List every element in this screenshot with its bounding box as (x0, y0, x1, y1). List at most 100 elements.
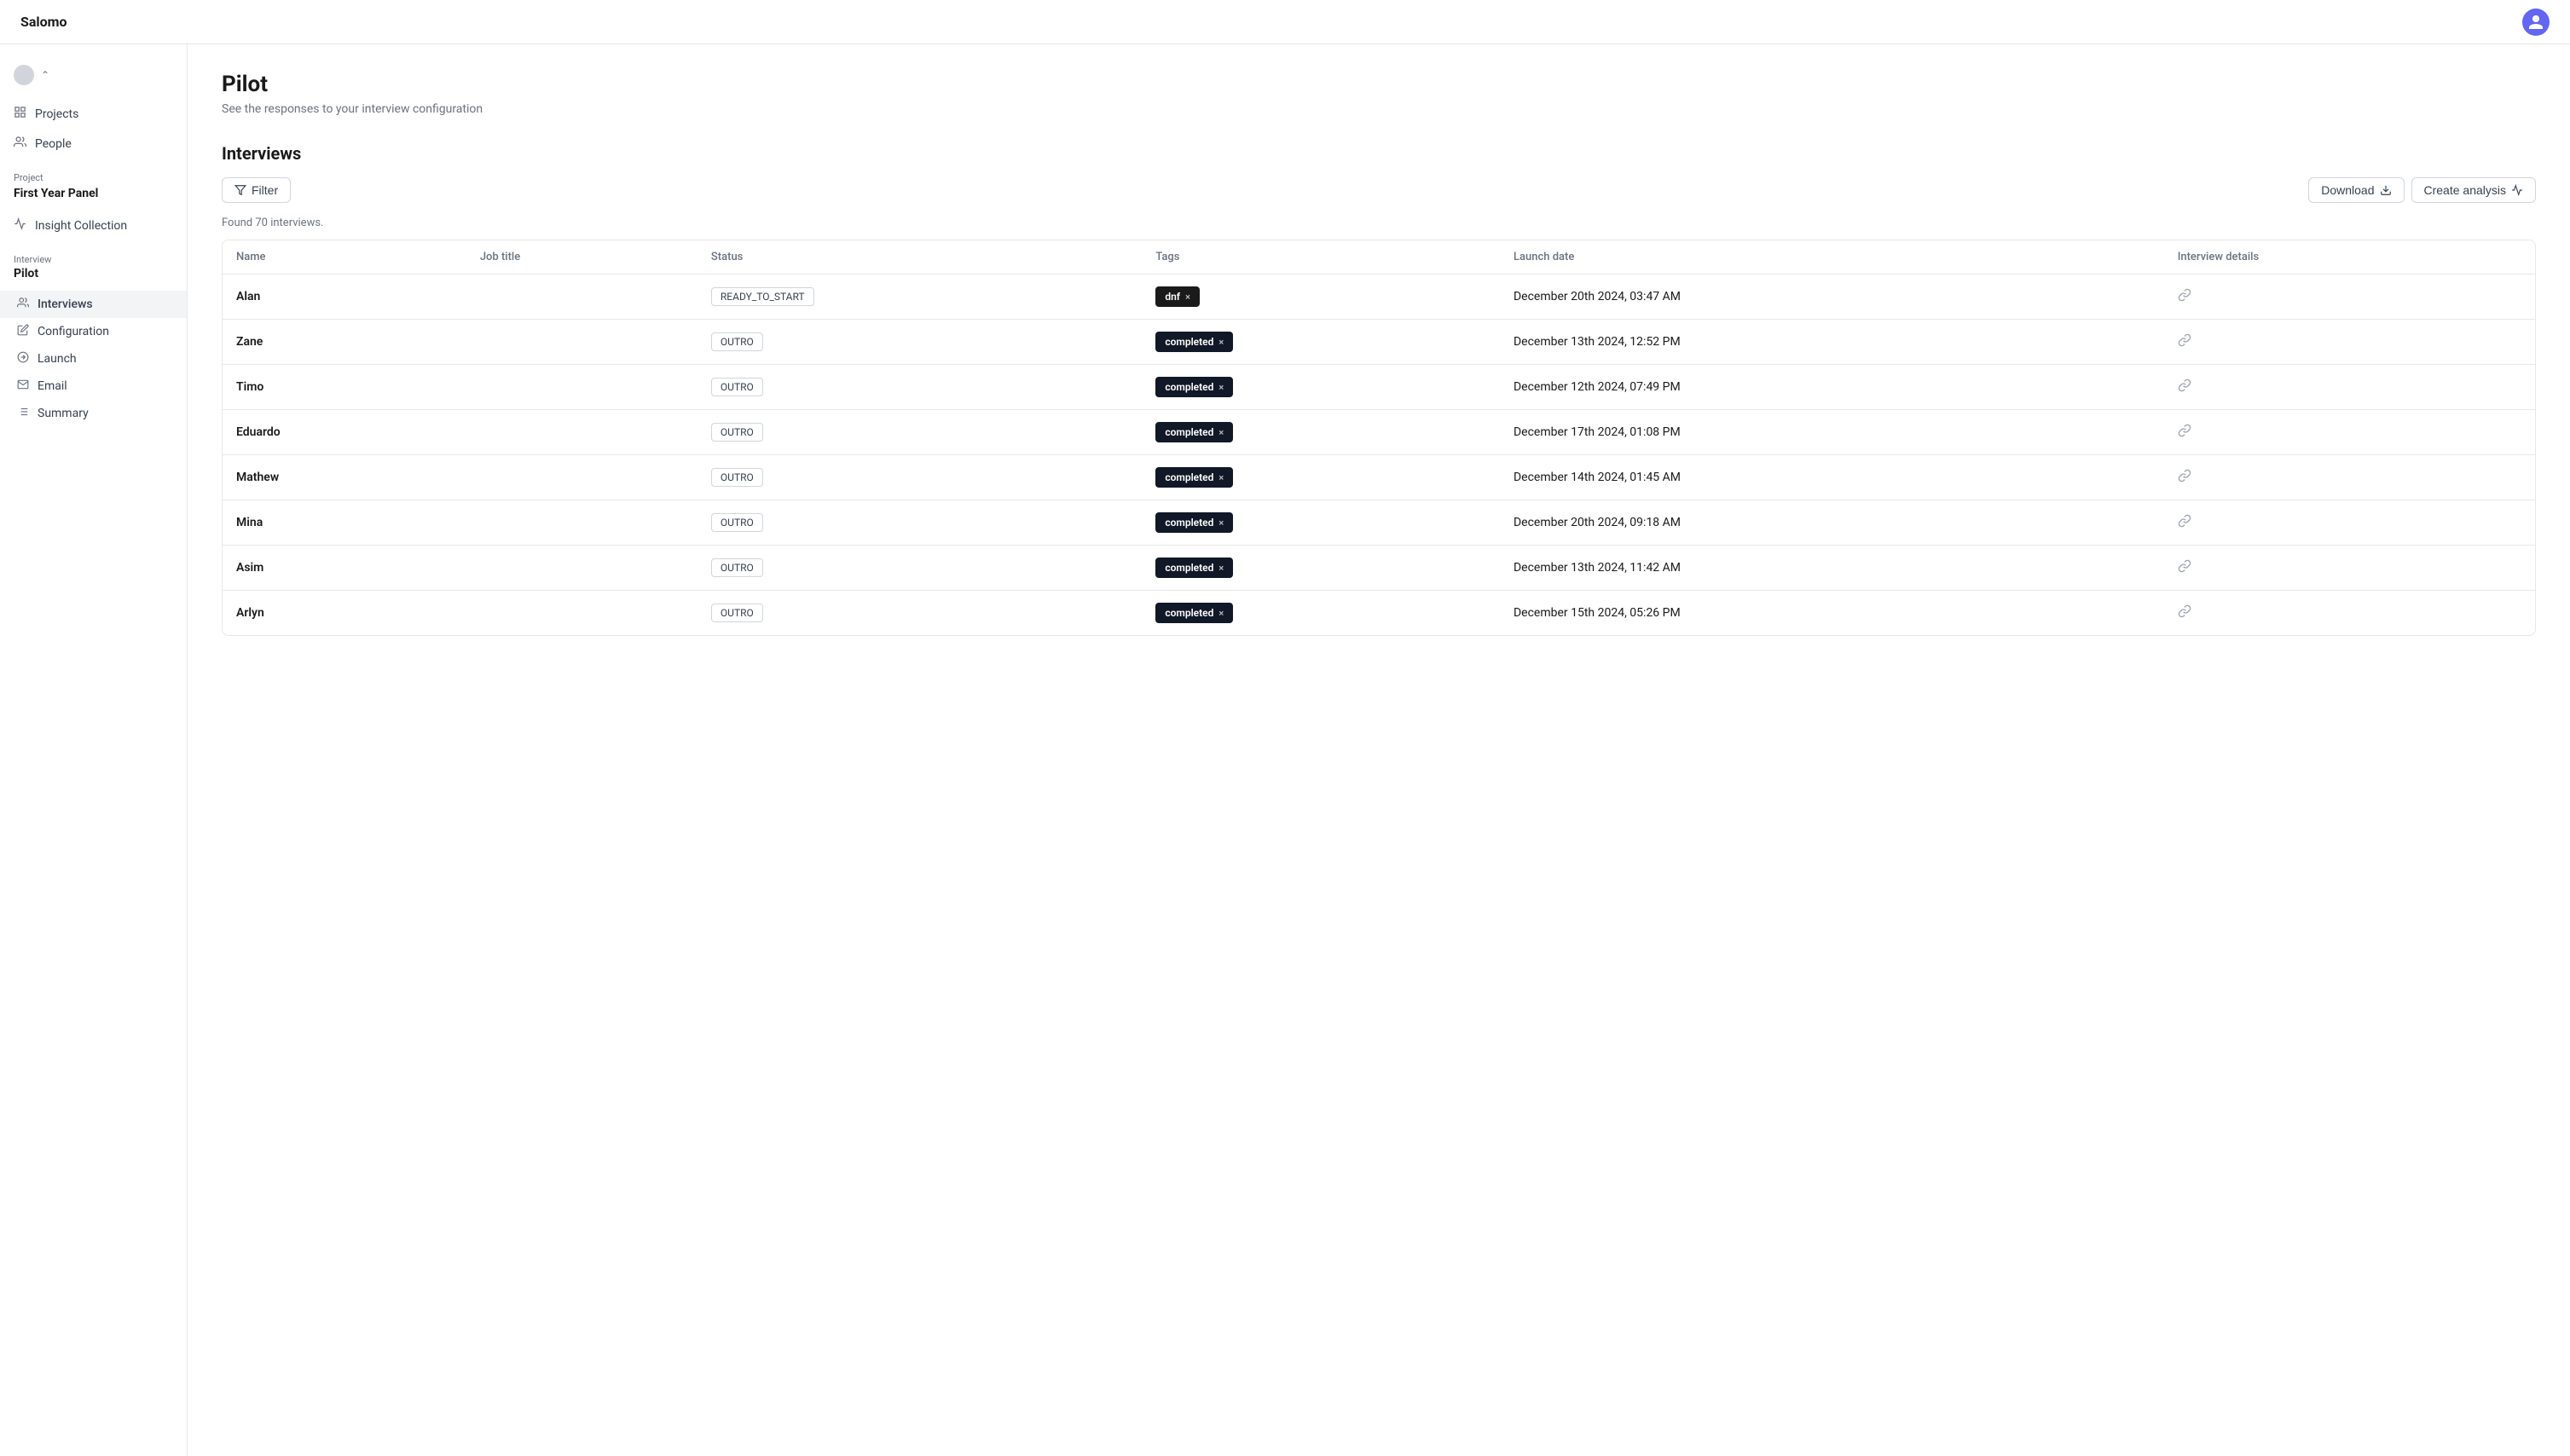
link-icon[interactable] (2178, 425, 2191, 441)
tag-remove-icon[interactable]: × (1218, 563, 1224, 574)
filter-icon (234, 184, 246, 196)
tag-remove-icon[interactable]: × (1218, 337, 1224, 348)
tag-remove-icon[interactable]: × (1218, 427, 1224, 438)
status-badge: READY_TO_START (711, 287, 814, 306)
status-badge: OUTRO (711, 513, 763, 532)
projects-label: Projects (35, 107, 78, 121)
people-label: People (35, 137, 72, 151)
cell-name: Zane (223, 320, 466, 365)
link-icon[interactable] (2178, 334, 2191, 350)
table-body: Alan READY_TO_START dnf × December 20th … (223, 274, 2535, 636)
action-buttons: Download Create analysis (2308, 177, 2536, 203)
sidebar-item-people[interactable]: People (0, 129, 187, 159)
tag-remove-icon[interactable]: × (1218, 382, 1224, 393)
cell-status: OUTRO (697, 320, 1142, 365)
email-nav-label: Email (38, 379, 67, 393)
col-interview-details: Interview details (2164, 240, 2535, 274)
interviews-nav-icon (17, 297, 29, 312)
cell-status: OUTRO (697, 410, 1142, 455)
link-icon[interactable] (2178, 560, 2191, 576)
cell-name: Asim (223, 546, 466, 591)
link-icon[interactable] (2178, 605, 2191, 621)
cell-tags: completed × (1142, 410, 1500, 455)
col-tags: Tags (1142, 240, 1500, 274)
sidebar-chevron-icon[interactable]: ⌃ (41, 69, 49, 81)
cell-tags: completed × (1142, 500, 1500, 546)
cell-status: READY_TO_START (697, 274, 1142, 320)
filter-label: Filter (252, 183, 278, 197)
cell-launch-date: December 13th 2024, 11:42 AM (1500, 546, 2164, 591)
tag-remove-icon[interactable]: × (1218, 472, 1224, 483)
cell-tags: completed × (1142, 546, 1500, 591)
cell-tags: completed × (1142, 320, 1500, 365)
tag-badge: completed × (1155, 377, 1233, 397)
interview-name: Pilot (0, 267, 187, 291)
tag-badge: completed × (1155, 558, 1233, 578)
cell-interview-details (2164, 274, 2535, 320)
status-badge: OUTRO (711, 378, 763, 396)
cell-name: Eduardo (223, 410, 466, 455)
interviews-heading: Interviews (222, 143, 2536, 164)
cell-interview-details (2164, 410, 2535, 455)
download-button[interactable]: Download (2308, 177, 2404, 203)
summary-nav-icon (17, 406, 29, 421)
page-subtitle: See the responses to your interview conf… (222, 102, 2536, 116)
cell-interview-details (2164, 455, 2535, 500)
status-badge: OUTRO (711, 468, 763, 487)
table-row: Timo OUTRO completed × December 12th 202… (223, 365, 2535, 410)
cell-name: Timo (223, 365, 466, 410)
cell-job-title (466, 546, 697, 591)
link-icon[interactable] (2178, 470, 2191, 486)
create-analysis-label: Create analysis (2424, 183, 2507, 197)
link-icon[interactable] (2178, 289, 2191, 305)
cell-interview-details (2164, 365, 2535, 410)
col-name: Name (223, 240, 466, 274)
subnav-configuration[interactable]: Configuration (0, 318, 187, 345)
user-avatar[interactable] (2522, 9, 2550, 36)
subnav-launch[interactable]: Launch (0, 345, 187, 373)
filter-button[interactable]: Filter (222, 177, 291, 203)
tag-badge: completed × (1155, 332, 1233, 352)
sidebar-avatar (14, 65, 34, 85)
status-badge: OUTRO (711, 423, 763, 442)
col-job-title: Job title (466, 240, 697, 274)
interview-section-label: Interview (0, 240, 187, 267)
cell-tags: dnf × (1142, 274, 1500, 320)
cell-interview-details (2164, 320, 2535, 365)
link-icon[interactable] (2178, 379, 2191, 396)
cell-job-title (466, 320, 697, 365)
insight-icon (14, 217, 26, 234)
cell-launch-date: December 12th 2024, 07:49 PM (1500, 365, 2164, 410)
cell-job-title (466, 365, 697, 410)
tag-remove-icon[interactable]: × (1218, 608, 1224, 619)
table-row: Eduardo OUTRO completed × December 17th … (223, 410, 2535, 455)
sidebar: ⌃ Projects People Project First Year Pan… (0, 44, 188, 1456)
configuration-nav-icon (17, 324, 29, 339)
cell-interview-details (2164, 500, 2535, 546)
tag-remove-icon[interactable]: × (1218, 517, 1224, 529)
cell-job-title (466, 591, 697, 636)
cell-status: OUTRO (697, 591, 1142, 636)
status-badge: OUTRO (711, 558, 763, 577)
sidebar-item-insight[interactable]: Insight Collection (0, 211, 187, 240)
sidebar-item-projects[interactable]: Projects (0, 99, 187, 129)
cell-launch-date: December 17th 2024, 01:08 PM (1500, 410, 2164, 455)
cell-launch-date: December 20th 2024, 03:47 AM (1500, 274, 2164, 320)
tag-remove-icon[interactable]: × (1185, 292, 1190, 303)
cell-status: OUTRO (697, 546, 1142, 591)
create-analysis-button[interactable]: Create analysis (2411, 177, 2537, 203)
cell-status: OUTRO (697, 365, 1142, 410)
interviews-nav-label: Interviews (38, 298, 93, 311)
cell-launch-date: December 13th 2024, 12:52 PM (1500, 320, 2164, 365)
download-label: Download (2321, 183, 2374, 197)
cell-name: Mathew (223, 455, 466, 500)
cell-status: OUTRO (697, 455, 1142, 500)
subnav-email[interactable]: Email (0, 373, 187, 400)
subnav-summary[interactable]: Summary (0, 400, 187, 427)
launch-nav-icon (17, 351, 29, 367)
tag-badge: dnf × (1155, 286, 1200, 307)
projects-icon (14, 106, 26, 122)
link-icon[interactable] (2178, 515, 2191, 531)
subnav-interviews[interactable]: Interviews (0, 291, 187, 318)
table-header: Name Job title Status Tags Launch date I… (223, 240, 2535, 274)
